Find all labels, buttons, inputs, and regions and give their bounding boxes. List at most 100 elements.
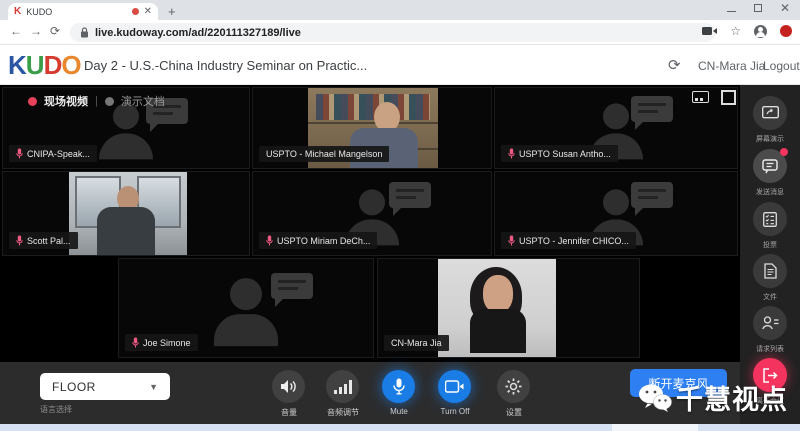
language-value: FLOOR bbox=[52, 380, 96, 394]
files-label: 文件 bbox=[740, 292, 800, 302]
lock-icon bbox=[80, 27, 89, 38]
watermark-text: 千慧视点 bbox=[676, 378, 788, 417]
close-window-icon[interactable]: ✕ bbox=[780, 2, 790, 14]
browser-tab-strip: K KUDO ✕ + ✕ bbox=[0, 0, 800, 20]
gallery-view-icon[interactable] bbox=[692, 91, 709, 103]
language-caption: 语言选择 bbox=[40, 404, 72, 415]
tab-close-icon[interactable]: ✕ bbox=[144, 7, 152, 17]
participant-name: USPTO Miriam DeCh... bbox=[277, 236, 370, 246]
screen-share-button[interactable] bbox=[753, 96, 787, 130]
participant-tile[interactable]: Scott Pal... bbox=[2, 171, 250, 256]
participant-nametag: USPTO - Jennifer CHICO... bbox=[501, 232, 636, 249]
grid-view-controls bbox=[692, 90, 734, 103]
back-icon[interactable]: ← bbox=[10, 24, 22, 38]
browser-tab[interactable]: K KUDO ✕ bbox=[8, 3, 158, 20]
video-feed bbox=[438, 259, 556, 357]
request-list-button[interactable] bbox=[753, 306, 787, 340]
kudo-logo: KUDO bbox=[8, 50, 81, 81]
reload-icon[interactable]: ⟳ bbox=[50, 24, 60, 38]
volume-button[interactable] bbox=[272, 370, 305, 403]
signal-bars-icon bbox=[334, 380, 352, 394]
extension-icon[interactable] bbox=[780, 25, 792, 37]
participant-name: USPTO - Michael Mangelson bbox=[266, 149, 382, 159]
bottom-edge-strip bbox=[0, 424, 800, 431]
screen-share-label: 屏幕演示 bbox=[740, 134, 800, 144]
logo-letter: O bbox=[61, 50, 80, 80]
presentation-dot-icon[interactable] bbox=[105, 97, 114, 106]
wechat-icon bbox=[638, 383, 672, 413]
logo-letter: D bbox=[44, 50, 62, 80]
logo-letter: U bbox=[26, 50, 44, 80]
logout-link[interactable]: Logout bbox=[763, 59, 800, 73]
audio-settings-label: 音频调节 bbox=[313, 407, 373, 418]
settings-button[interactable] bbox=[497, 370, 530, 403]
minimize-icon[interactable] bbox=[727, 11, 736, 12]
presentation-toggle[interactable]: 演示文档 bbox=[121, 93, 165, 109]
chat-bubble-icon bbox=[631, 96, 673, 130]
participant-nametag: CNIPA-Speak... bbox=[9, 145, 97, 162]
participant-tile[interactable]: USPTO - Michael Mangelson bbox=[252, 87, 492, 169]
tab-camera-icon[interactable] bbox=[702, 26, 717, 36]
kudo-favicon-icon: K bbox=[14, 7, 21, 17]
mute-label: Mute bbox=[369, 407, 429, 416]
participant-name: CNIPA-Speak... bbox=[27, 149, 90, 159]
app-header: KUDO Day 2 - U.S.-China Industry Seminar… bbox=[0, 45, 800, 85]
gear-icon bbox=[505, 378, 522, 395]
message-icon bbox=[762, 159, 778, 174]
settings-label: 设置 bbox=[484, 407, 544, 418]
voting-label: 投票 bbox=[740, 240, 800, 250]
bookmark-star-icon[interactable]: ☆ bbox=[730, 24, 741, 38]
forward-icon[interactable]: → bbox=[30, 24, 42, 38]
recording-dot-icon bbox=[132, 8, 139, 15]
new-tab-button[interactable]: + bbox=[168, 4, 176, 19]
participant-name: Scott Pal... bbox=[27, 236, 71, 246]
live-video-dot-icon[interactable] bbox=[28, 97, 37, 106]
window-controls: ✕ bbox=[727, 2, 790, 14]
participant-tile[interactable]: USPTO - Jennifer CHICO... bbox=[494, 171, 738, 256]
screen-share-icon bbox=[762, 106, 779, 120]
participant-name: USPTO - Jennifer CHICO... bbox=[519, 236, 629, 246]
address-field[interactable]: live.kudoway.com/ad/220111327189/live bbox=[70, 23, 715, 42]
maximize-icon[interactable] bbox=[754, 4, 762, 12]
participant-tile[interactable]: USPTO Miriam DeCh... bbox=[252, 171, 492, 256]
video-grid: CNIPA-Speak... USPTO - Michael Mangelson bbox=[0, 85, 740, 362]
url-text: live.kudoway.com/ad/220111327189/live bbox=[95, 27, 301, 39]
speaker-icon bbox=[280, 379, 297, 394]
watermark: 千慧视点 bbox=[638, 378, 788, 417]
chat-bubble-icon bbox=[271, 273, 313, 307]
mute-button[interactable] bbox=[382, 370, 415, 403]
bottom-toolbar: FLOOR ▼ 语言选择 音量 音频调节 Mute Turn Off 设置 断开… bbox=[0, 362, 740, 424]
participant-silhouette-icon bbox=[214, 278, 278, 346]
logo-letter: K bbox=[8, 50, 26, 80]
right-sidebar: 屏幕演示 发送消息 投票 文件 请求列表 离开会议 bbox=[740, 85, 800, 424]
messages-button[interactable] bbox=[753, 149, 787, 183]
tab-title: KUDO bbox=[26, 7, 126, 17]
voting-button[interactable] bbox=[753, 202, 787, 236]
participant-tile[interactable]: Joe Simone bbox=[118, 258, 374, 358]
camera-toggle-button[interactable] bbox=[438, 370, 471, 403]
video-camera-icon bbox=[445, 380, 464, 393]
files-button[interactable] bbox=[753, 254, 787, 288]
refresh-session-icon[interactable]: ⟳ bbox=[668, 56, 681, 74]
chat-bubble-icon bbox=[389, 182, 431, 216]
profile-avatar-icon[interactable] bbox=[754, 25, 767, 38]
participant-nametag: USPTO Susan Antho... bbox=[501, 145, 618, 162]
audio-settings-button[interactable] bbox=[326, 370, 359, 403]
language-select[interactable]: FLOOR ▼ bbox=[40, 373, 170, 400]
microphone-icon bbox=[393, 378, 405, 395]
muted-mic-icon bbox=[132, 337, 139, 348]
checklist-icon bbox=[763, 212, 777, 227]
camera-label: Turn Off bbox=[425, 407, 485, 416]
current-user-name: CN-Mara Jia bbox=[698, 59, 765, 73]
toggle-separator: | bbox=[95, 95, 98, 107]
chevron-down-icon: ▼ bbox=[149, 382, 158, 392]
live-video-toggle[interactable]: 现场视频 bbox=[44, 93, 88, 109]
meeting-title: Day 2 - U.S.-China Industry Seminar on P… bbox=[84, 58, 367, 73]
request-list-label: 请求列表 bbox=[740, 344, 800, 354]
fullscreen-icon[interactable] bbox=[721, 90, 734, 103]
participant-tile[interactable]: CN-Mara Jia bbox=[377, 258, 640, 358]
urlbar-actions: ☆ bbox=[702, 24, 792, 38]
participant-name: Joe Simone bbox=[143, 338, 191, 348]
participant-nametag: USPTO - Michael Mangelson bbox=[259, 146, 389, 162]
document-icon bbox=[764, 263, 777, 279]
